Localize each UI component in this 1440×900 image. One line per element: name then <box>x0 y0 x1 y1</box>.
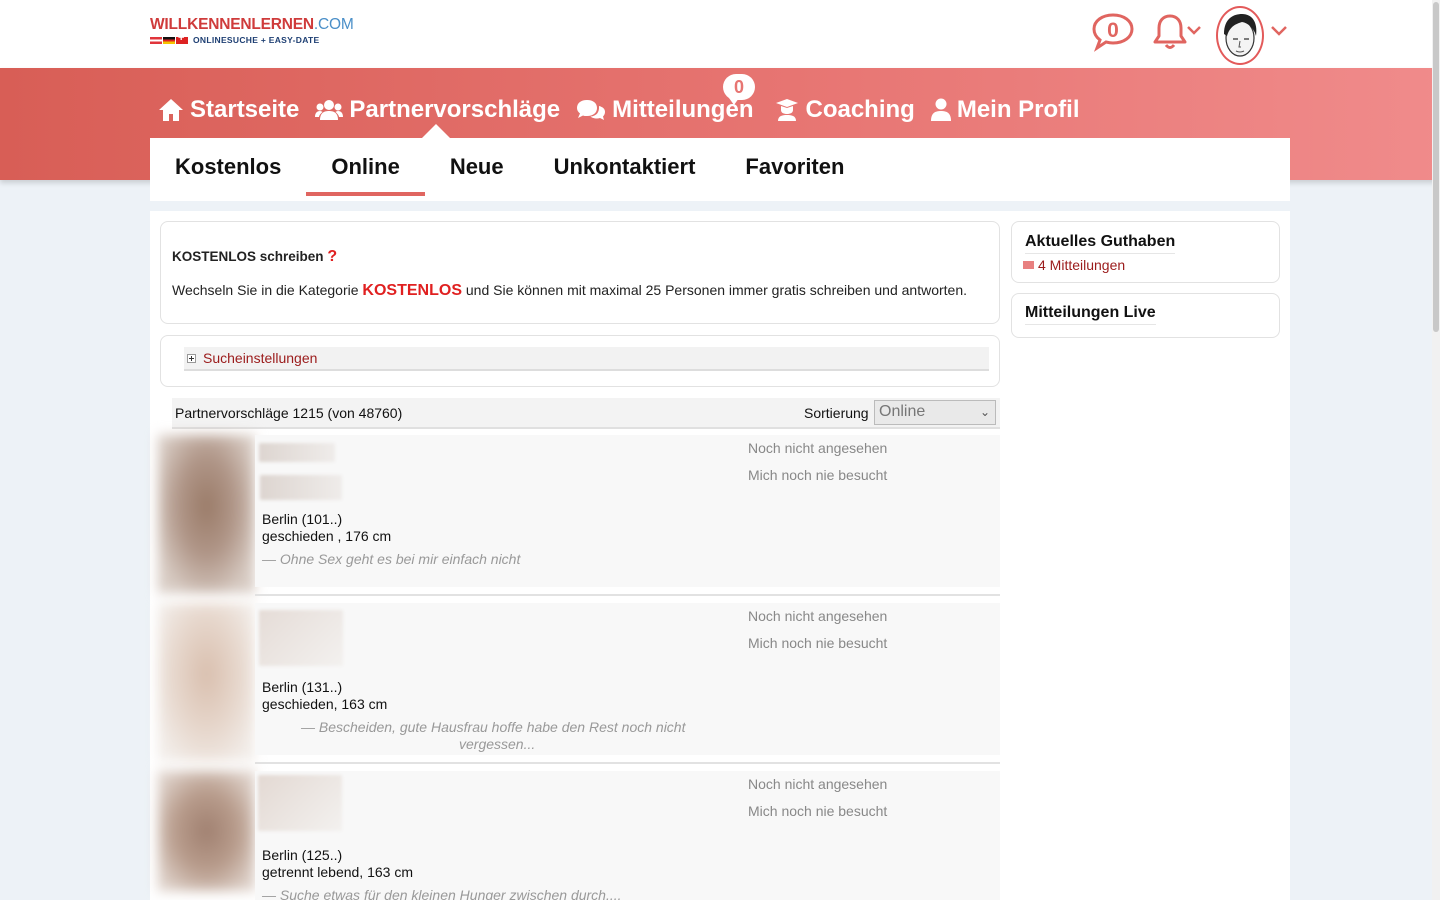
nav-startseite[interactable]: Startseite <box>158 96 299 124</box>
active-nav-caret <box>422 124 450 138</box>
users-icon <box>315 100 344 120</box>
profile-city: Berlin (101..) <box>262 511 343 527</box>
search-settings-link[interactable]: Sucheinstellungen <box>203 350 317 366</box>
chevron-down-icon: ⌄ <box>979 405 990 419</box>
chat-count: 0 <box>1107 19 1119 42</box>
notifications-button[interactable] <box>1152 12 1188 52</box>
envelope-icon <box>1023 261 1034 269</box>
page-scrollbar[interactable] <box>1432 0 1440 900</box>
top-header: WILLKENNENLERNEN.COM ONLINESUCHE + EASY-… <box>0 0 1440 68</box>
germany-flag-icon <box>163 36 175 44</box>
profile-photo[interactable] <box>158 435 255 593</box>
divider <box>255 762 1000 764</box>
profile-photo[interactable] <box>158 771 255 891</box>
profile-city: Berlin (131..) <box>262 679 343 695</box>
profile-city: Berlin (125..) <box>262 847 343 863</box>
profile-quote-cont: vergessen... <box>459 736 536 752</box>
nav-label: Startseite <box>190 96 300 123</box>
divider <box>255 594 1000 596</box>
balance-title: Aktuelles Guthaben <box>1025 233 1176 254</box>
profile-quote: — Bescheiden, gute Hausfrau hoffe habe d… <box>301 719 686 735</box>
visited-status: Mich noch nie besucht <box>748 803 888 819</box>
site-logo[interactable]: WILLKENNENLERNEN.COM ONLINESUCHE + EASY-… <box>150 16 354 45</box>
nav-label: Mein Profil <box>956 96 1080 123</box>
switzerland-flag-icon <box>176 32 188 44</box>
list-item[interactable]: Berlin (125..) getrennt lebend, 163 cm —… <box>158 771 1000 900</box>
tab-online[interactable]: Online <box>306 138 426 196</box>
scrollbar-thumb[interactable] <box>1433 2 1439 332</box>
seen-status: Noch nicht angesehen <box>748 608 888 624</box>
nav-mein-profil[interactable]: Mein Profil <box>930 96 1080 124</box>
nav-mitteilungen[interactable]: Mitteilungen <box>576 96 753 124</box>
search-settings-toggle[interactable]: Sucheinstellungen <box>184 347 989 371</box>
search-settings-box: Sucheinstellungen <box>160 335 1000 387</box>
results-count: Partnervorschläge 1215 (von 48760) <box>175 405 403 421</box>
results-bar: Partnervorschläge 1215 (von 48760) Sorti… <box>172 398 1000 429</box>
nav-label: Partnervorschläge <box>349 96 561 123</box>
balance-box: Aktuelles Guthaben 4 Mitteilungen <box>1011 221 1280 283</box>
austria-flag-icon <box>150 36 162 44</box>
main-navigation: Startseite Partnervorschläge Mitteilunge… <box>158 92 1096 128</box>
visited-status: Mich noch nie besucht <box>748 635 888 651</box>
bell-icon <box>1153 14 1187 49</box>
home-icon <box>159 99 183 121</box>
live-messages-box: Mitteilungen Live <box>1011 293 1280 338</box>
avatar[interactable] <box>1216 6 1264 65</box>
comments-icon <box>577 100 606 120</box>
sub-navigation: Kostenlos Online Neue Unkontaktiert Favo… <box>150 138 1290 201</box>
profile-quote: — Suche etwas für den kleinen Hunger zwi… <box>262 887 622 900</box>
blurred-name <box>258 775 342 831</box>
logo-tagline: ONLINESUCHE + EASY-DATE <box>193 35 320 45</box>
blurred-age <box>260 475 342 500</box>
chevron-down-icon[interactable] <box>1270 24 1288 37</box>
profile-status: getrennt lebend, 163 cm <box>262 864 413 880</box>
list-item[interactable]: Berlin (101..) geschieden , 176 cm — Ohn… <box>158 435 1000 596</box>
visited-status: Mich noch nie besucht <box>748 467 888 483</box>
blurred-name <box>259 610 343 666</box>
tab-favoriten[interactable]: Favoriten <box>720 138 869 196</box>
teacher-icon <box>776 99 799 121</box>
nav-label: Coaching <box>805 96 915 123</box>
user-avatar-icon <box>1224 14 1257 57</box>
tab-kostenlos[interactable]: Kostenlos <box>150 138 306 196</box>
nav-partnervorschlaege[interactable]: Partnervorschläge <box>315 96 560 124</box>
info-text: Wechseln Sie in die Kategorie KOSTENLOS … <box>172 282 968 299</box>
user-icon <box>930 98 951 121</box>
tab-neue[interactable]: Neue <box>425 138 529 196</box>
list-item[interactable]: Berlin (131..) geschieden, 163 cm — Besc… <box>158 603 1000 764</box>
expand-icon[interactable] <box>187 354 196 363</box>
seen-status: Noch nicht angesehen <box>748 776 888 792</box>
nav-coaching[interactable]: Coaching <box>775 96 915 124</box>
balance-messages-link[interactable]: 4 Mitteilungen <box>1023 257 1125 273</box>
profile-status: geschieden, 163 cm <box>262 696 388 712</box>
profile-photo[interactable] <box>158 603 255 761</box>
sort-select[interactable]: Online ⌄ <box>874 400 996 425</box>
seen-status: Noch nicht angesehen <box>748 440 888 456</box>
help-icon[interactable]: ? <box>327 248 337 265</box>
info-title: KOSTENLOS schreiben ? <box>172 248 338 265</box>
profile-quote: — Ohne Sex geht es bei mir einfach nicht <box>262 551 521 567</box>
sort-label: Sortierung <box>804 405 869 421</box>
messages-badge: 0 <box>723 74 755 105</box>
info-box: KOSTENLOS schreiben ? Wechseln Sie in di… <box>160 221 1000 324</box>
chat-button[interactable]: 0 <box>1091 12 1135 52</box>
tab-unkontaktiert[interactable]: Unkontaktiert <box>529 138 721 196</box>
country-flags <box>150 32 188 44</box>
profile-status: geschieden , 176 cm <box>262 528 392 544</box>
chevron-down-icon[interactable] <box>1186 24 1202 36</box>
kostenlos-link[interactable]: KOSTENLOS <box>362 282 462 299</box>
live-messages-title: Mitteilungen Live <box>1025 304 1156 325</box>
blurred-name <box>259 443 335 462</box>
